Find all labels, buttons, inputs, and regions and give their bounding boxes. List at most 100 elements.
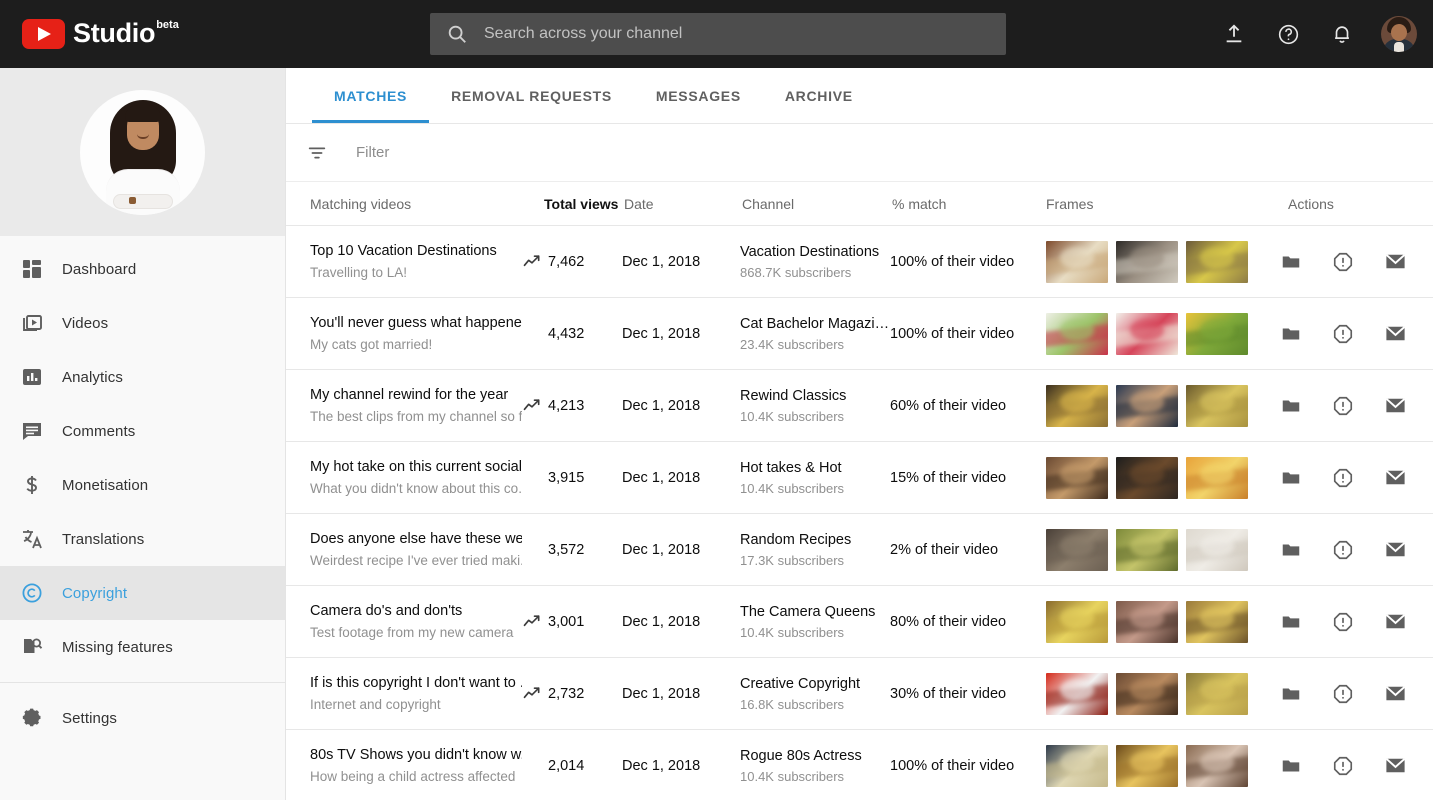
search-bar[interactable]	[430, 13, 1006, 55]
mail-icon[interactable]	[1382, 393, 1408, 419]
frame-thumbnail[interactable]	[1046, 312, 1108, 355]
report-icon[interactable]	[1330, 681, 1356, 707]
video-title[interactable]: Camera do's and don'ts	[310, 601, 522, 621]
frame-thumbnail[interactable]	[1116, 240, 1178, 283]
mail-icon[interactable]	[1382, 609, 1408, 635]
channel-name[interactable]: Rogue 80s Actress	[740, 746, 890, 766]
frame-thumbnail[interactable]	[1046, 600, 1108, 643]
frame-thumbnail[interactable]	[1186, 600, 1248, 643]
search-input[interactable]	[484, 25, 1006, 43]
table-row[interactable]: You'll never guess what happened My cats…	[286, 298, 1433, 370]
folder-icon[interactable]	[1278, 537, 1304, 563]
table-row[interactable]: My hot take on this current social What …	[286, 442, 1433, 514]
folder-icon[interactable]	[1278, 465, 1304, 491]
sidebar-item-analytics[interactable]: Analytics	[0, 350, 285, 404]
sidebar-item-settings[interactable]: Settings	[0, 691, 285, 745]
report-icon[interactable]	[1330, 465, 1356, 491]
frame-thumbnail[interactable]	[1186, 528, 1248, 571]
video-title[interactable]: You'll never guess what happened	[310, 313, 522, 333]
frame-thumbnail[interactable]	[1046, 384, 1108, 427]
table-row[interactable]: If is this copyright I don't want to ...…	[286, 658, 1433, 730]
filter-icon[interactable]	[306, 142, 328, 164]
sidebar-item-comments[interactable]: Comments	[0, 404, 285, 458]
folder-icon[interactable]	[1278, 681, 1304, 707]
frame-thumbnail[interactable]	[1186, 240, 1248, 283]
column-header-percent-match[interactable]: % match	[890, 196, 1046, 212]
frame-thumbnail[interactable]	[1186, 384, 1248, 427]
filter-input[interactable]	[356, 144, 1433, 161]
frame-thumbnail[interactable]	[1116, 312, 1178, 355]
mail-icon[interactable]	[1382, 537, 1408, 563]
sidebar-item-videos[interactable]: Videos	[0, 296, 285, 350]
studio-logo[interactable]: Studio beta	[22, 17, 179, 51]
table-row[interactable]: Camera do's and don'ts Test footage from…	[286, 586, 1433, 658]
frame-thumbnail[interactable]	[1116, 384, 1178, 427]
frame-thumbnail[interactable]	[1116, 744, 1178, 787]
folder-icon[interactable]	[1278, 393, 1304, 419]
frame-thumbnail[interactable]	[1186, 744, 1248, 787]
channel-name[interactable]: Rewind Classics	[740, 386, 890, 406]
channel-name[interactable]: Creative Copyright	[740, 674, 890, 694]
channel-name[interactable]: The Camera Queens	[740, 602, 890, 622]
help-icon[interactable]	[1273, 19, 1303, 49]
table-row[interactable]: Top 10 Vacation Destinations Travelling …	[286, 226, 1433, 298]
frame-thumbnail[interactable]	[1116, 456, 1178, 499]
frame-thumbnail[interactable]	[1116, 600, 1178, 643]
sidebar-item-dashboard[interactable]: Dashboard	[0, 242, 285, 296]
mail-icon[interactable]	[1382, 465, 1408, 491]
video-title[interactable]: Top 10 Vacation Destinations	[310, 241, 522, 261]
channel-name[interactable]: Cat Bachelor Magazine	[740, 314, 890, 334]
report-icon[interactable]	[1330, 321, 1356, 347]
video-title[interactable]: Does anyone else have these wei...	[310, 529, 522, 549]
sidebar-item-monetisation[interactable]: Monetisation	[0, 458, 285, 512]
mail-icon[interactable]	[1382, 249, 1408, 275]
tab-matches[interactable]: MATCHES	[312, 68, 430, 123]
column-header-date[interactable]: Date	[622, 196, 740, 212]
frame-thumbnail[interactable]	[1116, 672, 1178, 715]
frame-thumbnail[interactable]	[1046, 240, 1108, 283]
mail-icon[interactable]	[1382, 321, 1408, 347]
sidebar-item-missing-features[interactable]: Missing features	[0, 620, 285, 674]
column-header-channel[interactable]: Channel	[740, 196, 890, 212]
sidebar-item-copyright[interactable]: Copyright	[0, 566, 285, 620]
notifications-icon[interactable]	[1327, 19, 1357, 49]
tab-removal-requests[interactable]: REMOVAL REQUESTS	[429, 68, 634, 123]
frame-thumbnail[interactable]	[1186, 312, 1248, 355]
channel-name[interactable]: Hot takes & Hot	[740, 458, 890, 478]
folder-icon[interactable]	[1278, 609, 1304, 635]
frame-thumbnail[interactable]	[1046, 744, 1108, 787]
video-title[interactable]: If is this copyright I don't want to ...	[310, 673, 522, 693]
column-header-matching-videos[interactable]: Matching videos	[286, 196, 522, 212]
channel-name[interactable]: Vacation Destinations	[740, 242, 890, 262]
mail-icon[interactable]	[1382, 753, 1408, 779]
frame-thumbnail[interactable]	[1046, 672, 1108, 715]
report-icon[interactable]	[1330, 753, 1356, 779]
video-title[interactable]: 80s TV Shows you didn't know w...	[310, 745, 522, 765]
channel-avatar[interactable]	[80, 89, 205, 215]
video-title[interactable]: My hot take on this current social	[310, 457, 522, 477]
frame-thumbnail[interactable]	[1186, 456, 1248, 499]
account-avatar[interactable]	[1381, 16, 1417, 52]
folder-icon[interactable]	[1278, 321, 1304, 347]
frame-thumbnail[interactable]	[1116, 528, 1178, 571]
column-header-total-views[interactable]: Total views	[522, 196, 622, 212]
tab-messages[interactable]: MESSAGES	[634, 68, 763, 123]
table-row[interactable]: My channel rewind for the year The best …	[286, 370, 1433, 442]
video-title[interactable]: My channel rewind for the year	[310, 385, 522, 405]
folder-icon[interactable]	[1278, 753, 1304, 779]
tab-archive[interactable]: ARCHIVE	[763, 68, 875, 123]
sidebar-item-translations[interactable]: Translations	[0, 512, 285, 566]
table-row[interactable]: Does anyone else have these wei... Weird…	[286, 514, 1433, 586]
report-icon[interactable]	[1330, 609, 1356, 635]
frame-thumbnail[interactable]	[1186, 672, 1248, 715]
report-icon[interactable]	[1330, 537, 1356, 563]
table-row[interactable]: 80s TV Shows you didn't know w... How be…	[286, 730, 1433, 800]
upload-icon[interactable]	[1219, 19, 1249, 49]
mail-icon[interactable]	[1382, 681, 1408, 707]
frame-thumbnail[interactable]	[1046, 456, 1108, 499]
frame-thumbnail[interactable]	[1046, 528, 1108, 571]
report-icon[interactable]	[1330, 393, 1356, 419]
folder-icon[interactable]	[1278, 249, 1304, 275]
report-icon[interactable]	[1330, 249, 1356, 275]
channel-name[interactable]: Random Recipes	[740, 530, 890, 550]
